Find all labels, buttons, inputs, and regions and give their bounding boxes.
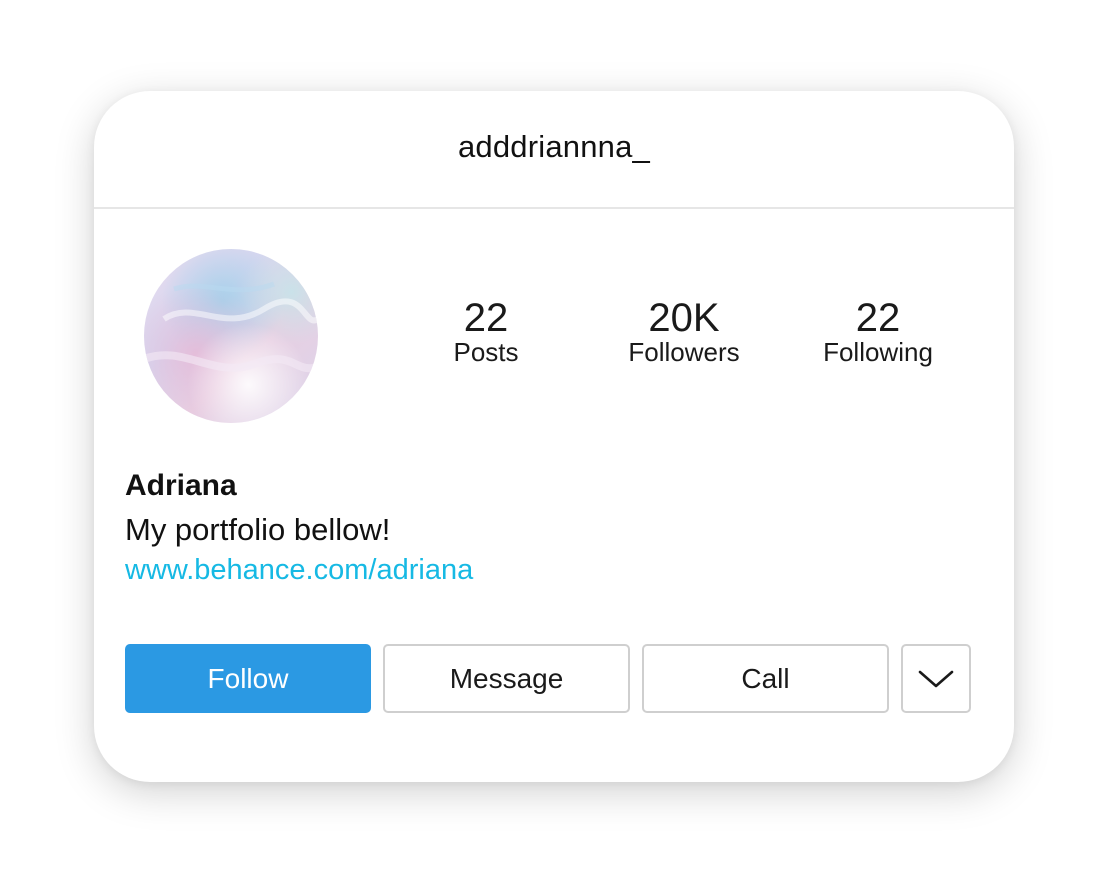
display-name: Adriana	[125, 469, 237, 502]
bio-text: My portfolio bellow!	[125, 512, 391, 547]
stat-posts[interactable]: 22 Posts	[421, 295, 551, 367]
message-button[interactable]: Message	[383, 644, 630, 713]
chevron-down-icon	[918, 670, 954, 687]
avatar-image	[144, 249, 318, 423]
call-button[interactable]: Call	[642, 644, 889, 713]
posts-count: 22	[463, 296, 509, 340]
stat-followers[interactable]: 20K Followers	[609, 295, 759, 367]
profile-link[interactable]: www.behance.com/adriana	[125, 554, 473, 587]
following-count: 22	[855, 296, 901, 340]
posts-label: Posts	[453, 337, 519, 367]
stat-following[interactable]: 22 Following	[799, 295, 957, 367]
more-options-button[interactable]	[901, 644, 971, 713]
profile-header: adddriannna_	[94, 91, 1014, 209]
username: adddriannna_	[457, 129, 651, 164]
profile-card: adddriannna_ 22 Posts 20K Followers 22 F…	[94, 91, 1014, 782]
follow-button[interactable]: Follow	[125, 644, 371, 713]
following-label: Following	[823, 337, 933, 367]
followers-count: 20K	[648, 296, 720, 340]
followers-label: Followers	[628, 337, 740, 367]
avatar[interactable]	[144, 249, 318, 423]
